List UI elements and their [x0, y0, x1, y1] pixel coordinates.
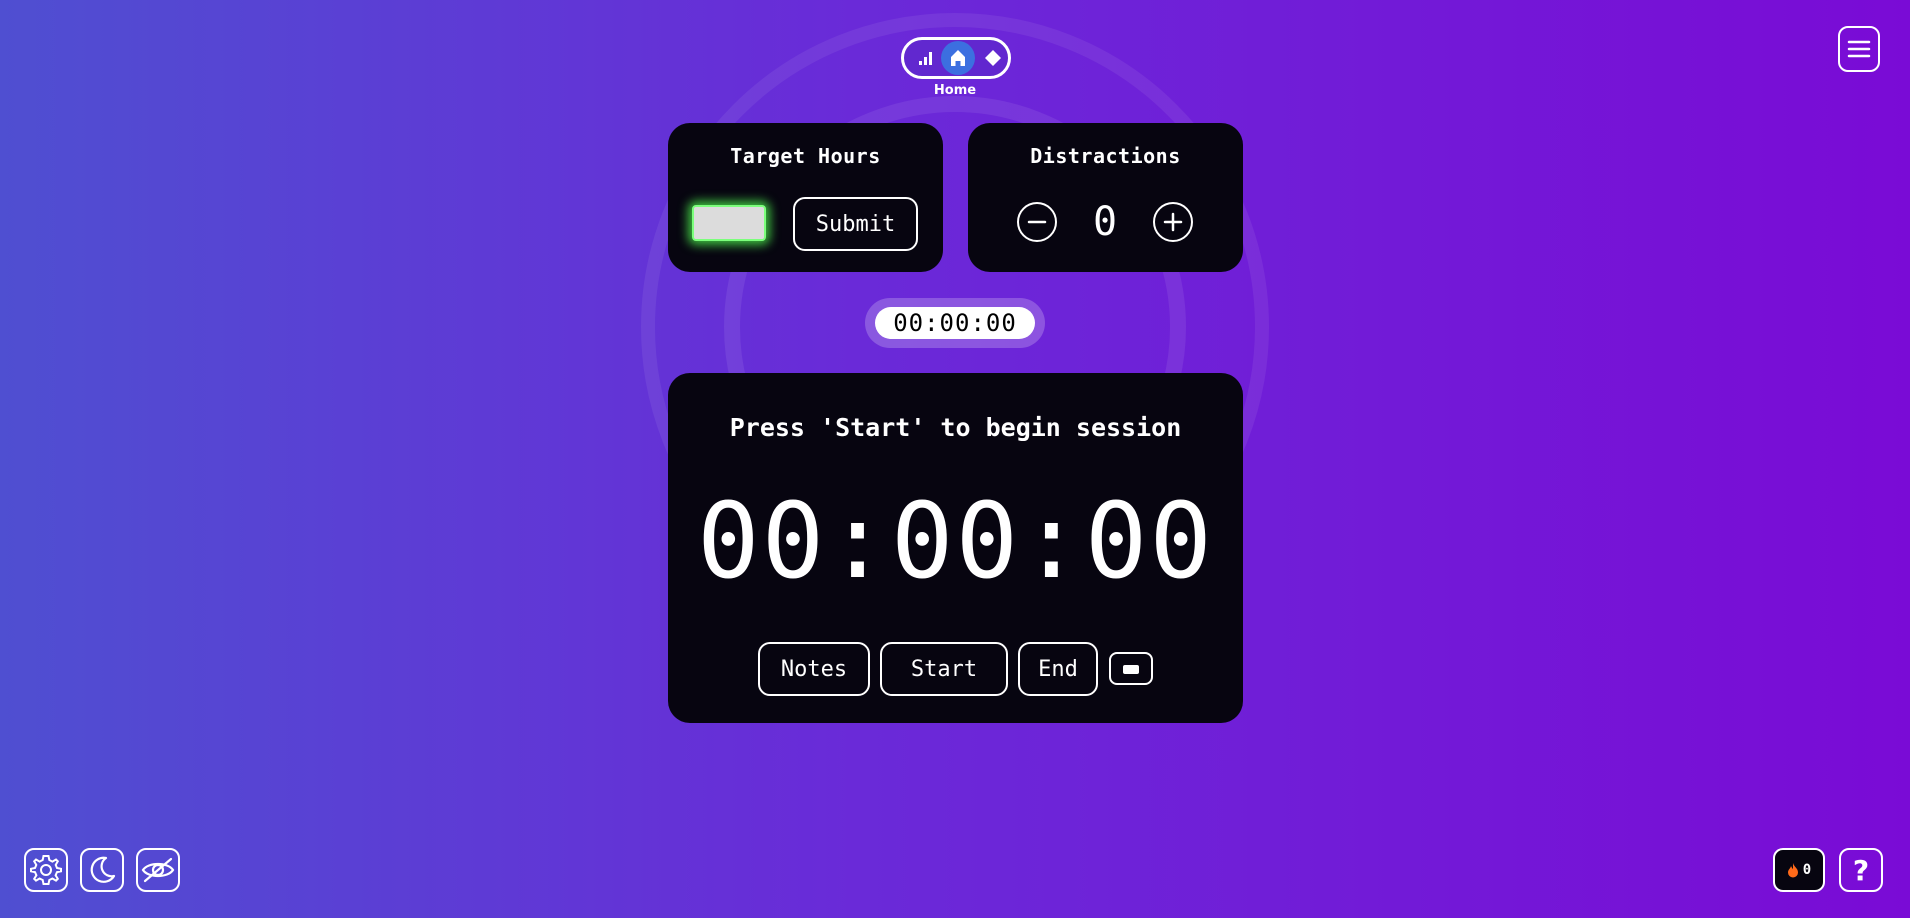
distraction-increment-button[interactable]: [1153, 202, 1193, 242]
session-timer: 00:00:00: [697, 480, 1214, 602]
distraction-count: 0: [1092, 199, 1118, 245]
session-prompt: Press 'Start' to begin session: [729, 413, 1182, 442]
start-button[interactable]: Start: [880, 642, 1008, 696]
top-nav: [901, 37, 1011, 79]
distraction-decrement-button[interactable]: [1017, 202, 1057, 242]
end-button[interactable]: End: [1018, 642, 1098, 696]
target-hours-title: Target Hours: [730, 144, 881, 168]
mini-timer: 00:00:00: [875, 307, 1035, 339]
streak-button[interactable]: 0: [1773, 848, 1825, 892]
settings-button[interactable]: [24, 848, 68, 892]
target-hours-card: Target Hours Submit: [668, 123, 943, 272]
nav-home-button[interactable]: [941, 41, 975, 75]
streak-count: 0: [1802, 862, 1812, 878]
mini-timer-container: 00:00:00: [865, 298, 1045, 348]
help-button[interactable]: ?: [1839, 848, 1883, 892]
eye-slash-icon: [141, 857, 175, 883]
mini-player-icon: [1123, 665, 1139, 674]
hamburger-menu-icon: [1847, 40, 1871, 58]
target-hours-input[interactable]: [692, 205, 766, 241]
plus-icon: [1163, 212, 1183, 232]
submit-button[interactable]: Submit: [793, 197, 918, 251]
menu-button[interactable]: [1838, 26, 1880, 72]
theme-toggle-button[interactable]: [80, 848, 124, 892]
flame-icon: [1787, 863, 1798, 878]
home-icon: [951, 50, 965, 66]
nav-label: Home: [933, 83, 977, 98]
minus-icon: [1027, 220, 1047, 224]
gear-icon: [30, 855, 62, 885]
notes-button[interactable]: Notes: [758, 642, 870, 696]
moon-icon: [90, 856, 116, 883]
focus-visibility-button[interactable]: [136, 848, 180, 892]
signal-bars-icon[interactable]: [918, 51, 934, 65]
diamond-icon[interactable]: [984, 49, 1002, 67]
session-card: Press 'Start' to begin session 00:00:00 …: [668, 373, 1243, 723]
distractions-card: Distractions 0: [968, 123, 1243, 272]
mini-player-button[interactable]: [1109, 652, 1153, 685]
distractions-title: Distractions: [1030, 144, 1181, 168]
